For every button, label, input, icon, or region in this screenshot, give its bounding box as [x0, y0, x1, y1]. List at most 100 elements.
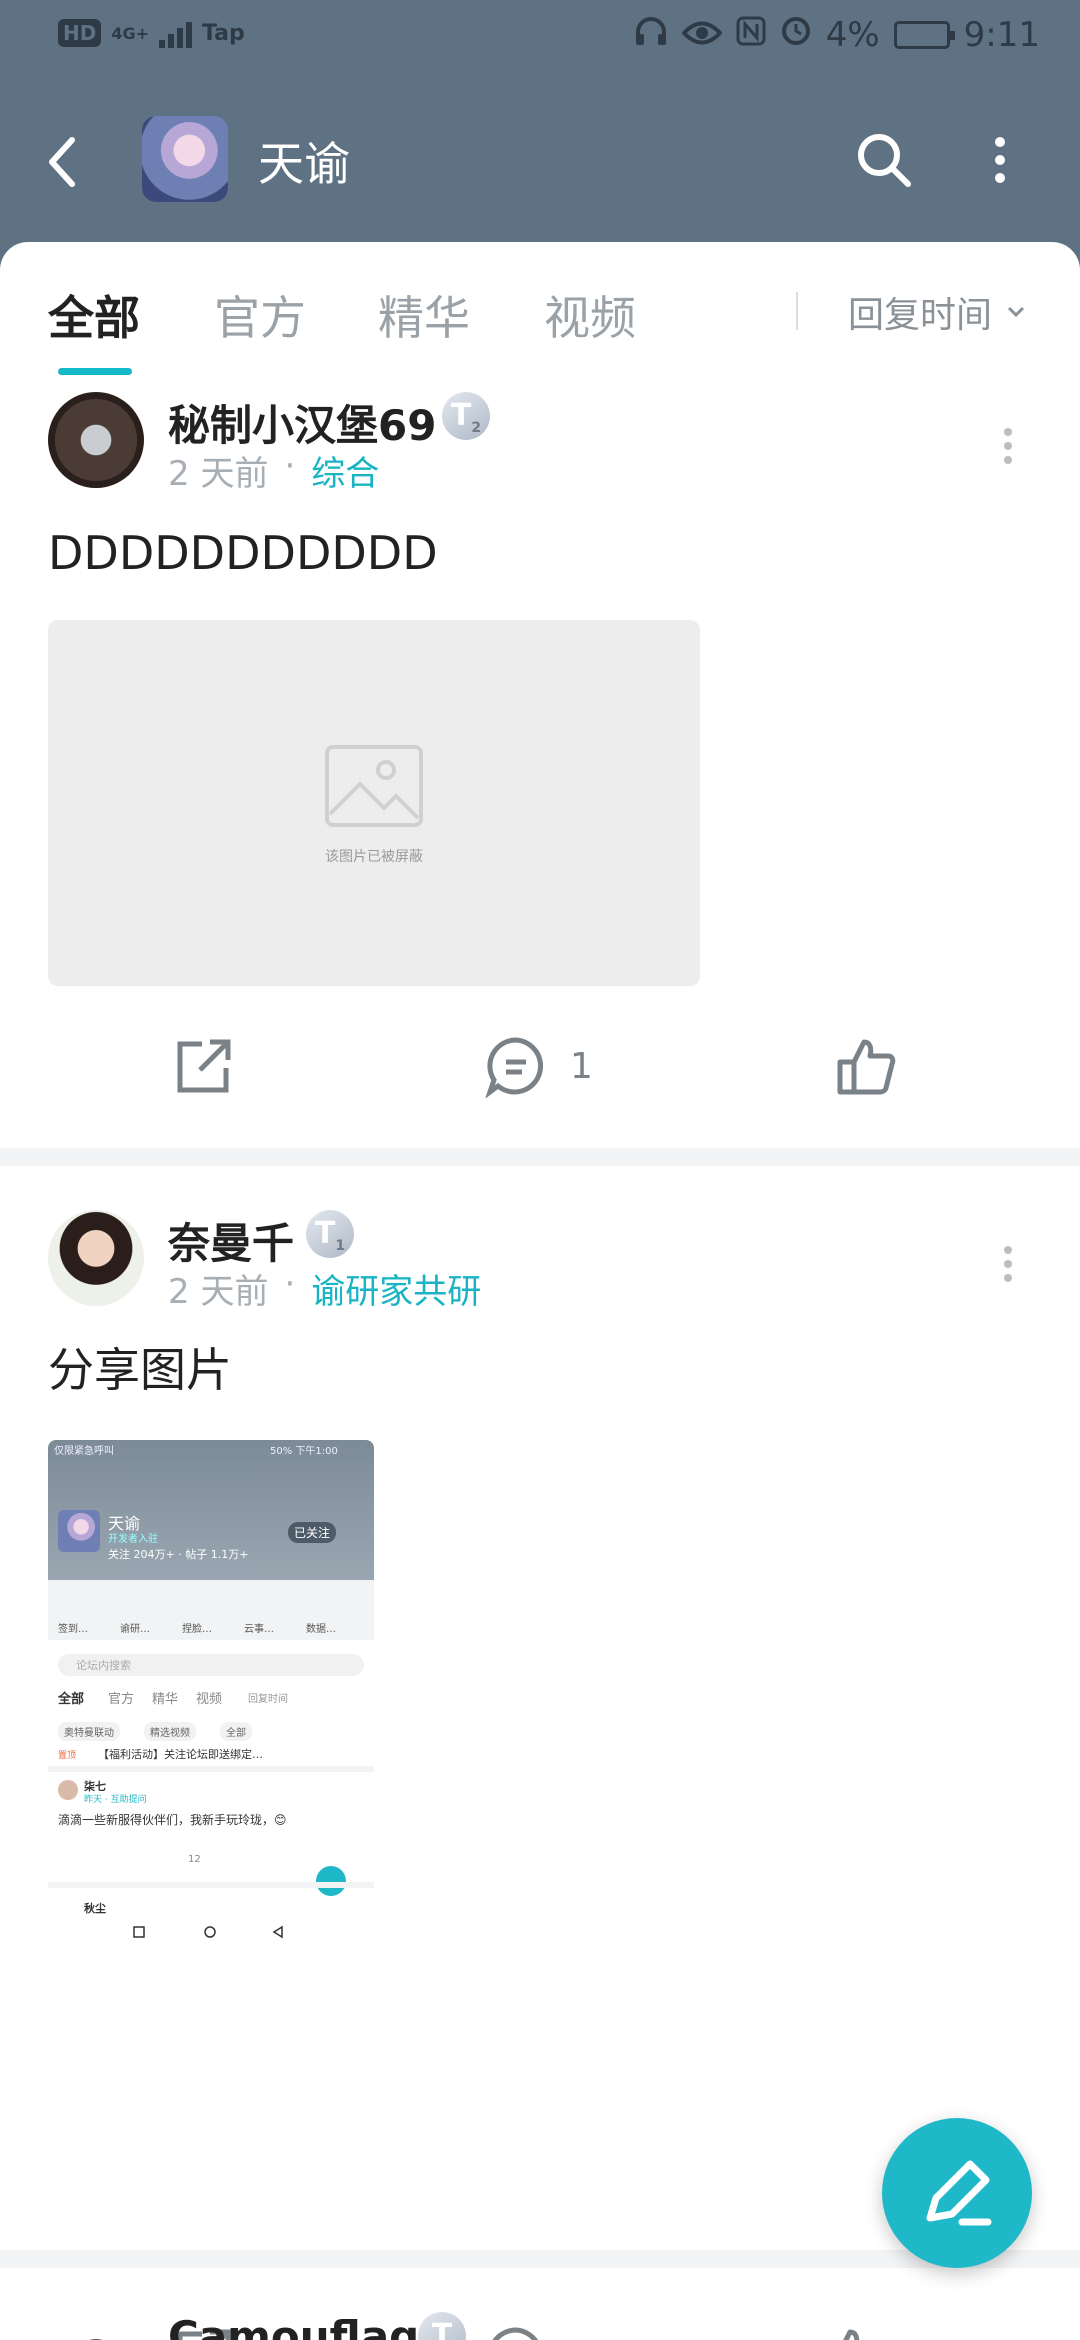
more-vertical-icon: [995, 137, 1005, 183]
badge-letter: T: [314, 1216, 336, 1251]
post-card[interactable]: 秘制小汉堡69 T2 2 天前 · 综合 DDDDDDDDDDD 该图片已被屏蔽…: [0, 392, 1080, 1098]
post-text: DDDDDDDDDDD: [48, 526, 438, 580]
avatar[interactable]: [48, 1210, 144, 1306]
comment-button[interactable]: 1: [484, 1026, 593, 1106]
clock: 9:11: [963, 14, 1040, 55]
screenshot-shortcut: 签到…: [58, 1624, 88, 1635]
tab-divider: [796, 292, 798, 330]
search-icon: [858, 134, 911, 187]
post-category[interactable]: 综合: [311, 446, 379, 495]
hd-indicator: HD: [58, 19, 102, 47]
content-sheet: 全部 官方 精华 视频 回复时间 秘制小汉堡69 T2 2 天前 · 综合 DD…: [0, 242, 1080, 2340]
screenshot-followed-badge: 已关注: [288, 1522, 337, 1543]
carrier-label: Tap: [202, 20, 245, 46]
blocked-image[interactable]: 该图片已被屏蔽: [48, 620, 700, 986]
post-time: 2 天前: [168, 1272, 269, 1312]
post-actions: 1: [0, 1026, 1080, 1106]
post-separator: [0, 1148, 1080, 1166]
tab-official[interactable]: 官方: [214, 282, 306, 348]
screenshot-forum-icon: [58, 1510, 100, 1552]
screenshot-chip: 精选视频: [144, 1722, 196, 1741]
network-type: 4G+: [111, 23, 150, 43]
screenshot-shortcut: 捏脸…: [182, 1624, 212, 1635]
screenshot-status-right: 50% 下午1:00: [270, 1446, 338, 1457]
comment-count: 1: [570, 1045, 593, 1087]
back-button[interactable]: [40, 132, 90, 192]
screenshot-next-user: 秋尘: [84, 1902, 106, 1915]
avatar[interactable]: [48, 2312, 144, 2340]
screenshot-tab: 精华: [152, 1692, 179, 1707]
search-button[interactable]: [852, 128, 916, 192]
compose-post-button[interactable]: [882, 2118, 1032, 2268]
post-card[interactable]: 奈曼千 T1 2 天前 · 谕研家共研 分享图片 仅限紧急呼叫 50% 下午1:…: [0, 1210, 1080, 2340]
screenshot-search-placeholder: 论坛内搜索: [76, 1659, 131, 1672]
badge-letter: T: [450, 398, 472, 433]
tab-featured[interactable]: 精华: [378, 282, 470, 348]
share-button[interactable]: [172, 1026, 236, 1106]
post-username[interactable]: Camouflage: [168, 2312, 448, 2340]
screenshot-divider: [48, 1882, 374, 1888]
pen-icon: [926, 2160, 992, 2226]
post-category[interactable]: 谕研家共研: [311, 1264, 481, 1313]
post-username[interactable]: 奈曼千: [168, 1210, 294, 1271]
screenshot-stats: 关注 204万+ · 帖子 1.1万+: [108, 1548, 249, 1561]
forum-avatar[interactable]: [142, 116, 228, 202]
thumbs-up-icon: [837, 1039, 896, 1095]
screenshot-nav-area: [48, 1918, 374, 2060]
app-header: 天谕: [0, 112, 1080, 212]
more-options-button[interactable]: [982, 128, 1018, 192]
post-username[interactable]: 秘制小汉堡69: [168, 392, 436, 453]
like-button[interactable]: [834, 1026, 898, 1106]
blocked-image-caption: 该图片已被屏蔽: [325, 849, 423, 865]
screenshot-avatar: [58, 1780, 78, 1800]
post-more-button[interactable]: [1000, 1240, 1016, 1296]
screenshot-fab: [316, 1866, 346, 1896]
tab-video[interactable]: 视频: [544, 282, 636, 348]
screenshot-shortcut: 谕研…: [120, 1624, 150, 1635]
nfc-icon: [736, 15, 766, 55]
screenshot-status: 仅限紧急呼叫: [54, 1446, 114, 1457]
screenshot-post-text: 滴滴一些新服得伙伴们，我新手玩玲珑，😊: [58, 1813, 287, 1827]
badge-level: 2: [471, 420, 482, 436]
signal-icon: [159, 18, 193, 48]
post-meta: 2 天前 · 谕研家共研: [168, 1264, 481, 1313]
headphones-icon: [634, 15, 668, 55]
screenshot-shortcut: 数据…: [306, 1624, 336, 1635]
avatar[interactable]: [48, 392, 144, 488]
chevron-left-icon: [49, 137, 75, 187]
tab-all[interactable]: 全部: [48, 282, 140, 348]
post-more-button[interactable]: [1000, 422, 1016, 478]
comment-icon: [485, 1037, 544, 1098]
post-time: 2 天前: [168, 454, 269, 494]
level-badge: T1: [306, 1210, 354, 1258]
sort-dropdown[interactable]: 回复时间: [848, 286, 1026, 338]
screenshot-chip: 全部: [220, 1722, 252, 1741]
screenshot-pinned-tag: 置顶: [58, 1751, 77, 1761]
screenshot-dev-tag: 开发者入驻: [108, 1534, 158, 1545]
screenshot-nav-icons: [133, 1925, 283, 1939]
battery-percent: 4%: [825, 14, 880, 55]
screenshot-tab: 官方: [108, 1692, 135, 1707]
image-placeholder-icon: [325, 745, 423, 827]
chevron-down-icon: [1007, 306, 1025, 318]
level-badge: T2: [442, 392, 490, 440]
screenshot-comment-count: 12: [188, 1854, 201, 1865]
badge-letter: T: [431, 2318, 453, 2340]
status-bar: HD 4G+ Tap 4% 9:11: [0, 0, 1080, 72]
screenshot-divider: [48, 1766, 374, 1772]
post-meta: 2 天前 · 综合: [168, 446, 379, 495]
tab-bar: 全部 官方 精华 视频 回复时间: [0, 242, 1080, 375]
screenshot-chip: 奥特曼联动: [58, 1722, 120, 1741]
screenshot-post-meta: 昨天 · 互助提问: [84, 1795, 147, 1805]
forum-title: 天谕: [258, 137, 350, 191]
screenshot-tab: 视频: [196, 1692, 223, 1707]
screenshot-shortcut: 云事…: [244, 1624, 274, 1635]
meta-dot: ·: [284, 1264, 296, 1304]
meta-dot: ·: [284, 446, 296, 486]
share-icon: [177, 1039, 231, 1093]
screenshot-tab: 全部: [58, 1692, 85, 1707]
eye-icon: [680, 15, 723, 55]
shared-screenshot-image[interactable]: 仅限紧急呼叫 50% 下午1:00 天谕 开发者入驻 关注 204万+ · 帖子…: [48, 1440, 374, 2060]
alarm-icon: [780, 14, 812, 55]
post-card[interactable]: Camouflage T: [0, 2312, 1080, 2340]
